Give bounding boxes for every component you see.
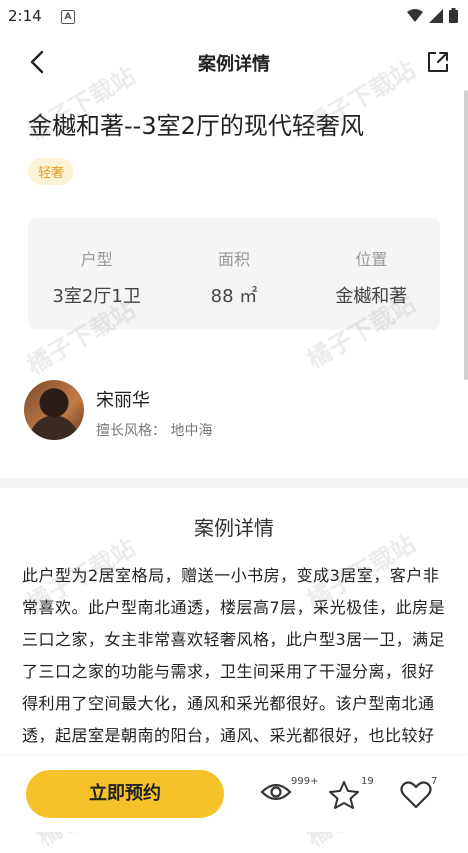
like-stat[interactable]: 7 <box>400 776 444 812</box>
status-icons <box>407 8 458 23</box>
likes-count: 7 <box>431 776 438 787</box>
status-bar: 2:14 A <box>0 0 468 32</box>
designer-avatar[interactable] <box>24 380 84 440</box>
bottom-bar: 立即预约 999+ 19 7 <box>0 756 468 832</box>
favorite-stat[interactable]: 19 <box>328 776 376 812</box>
share-icon[interactable] <box>426 50 450 74</box>
info-label: 户型 <box>80 250 113 269</box>
favorites-count: 19 <box>361 776 374 787</box>
battery-icon <box>449 8 458 23</box>
book-now-button[interactable]: 立即预约 <box>26 770 224 818</box>
star-icon <box>329 781 359 809</box>
signal-icon <box>429 8 443 23</box>
views-count: 999+ <box>291 776 319 787</box>
designer-style: 擅长风格： 地中海 <box>96 423 213 439</box>
case-description: 此户型为2居室格局，赠送一小书房，变成3居室，客户非常喜欢。此户型南北通透，楼层… <box>22 566 446 772</box>
info-value: 3室2厅1卫 <box>52 286 141 307</box>
views-stat[interactable]: 999+ <box>260 776 322 812</box>
eye-icon <box>260 783 292 801</box>
notification-a-icon: A <box>61 10 75 24</box>
heart-icon <box>400 781 432 809</box>
status-time: 2:14 <box>8 7 42 25</box>
wifi-icon <box>407 8 423 22</box>
info-value: 88 ㎡ <box>210 286 258 307</box>
designer-name: 宋丽华 <box>96 390 150 411</box>
info-label: 面积 <box>217 250 250 269</box>
section-divider <box>0 478 468 488</box>
info-label: 位置 <box>355 250 388 269</box>
style-tag: 轻奢 <box>28 158 75 185</box>
info-area: 面积 88 ㎡ <box>165 218 302 330</box>
scrollbar[interactable] <box>464 90 468 380</box>
